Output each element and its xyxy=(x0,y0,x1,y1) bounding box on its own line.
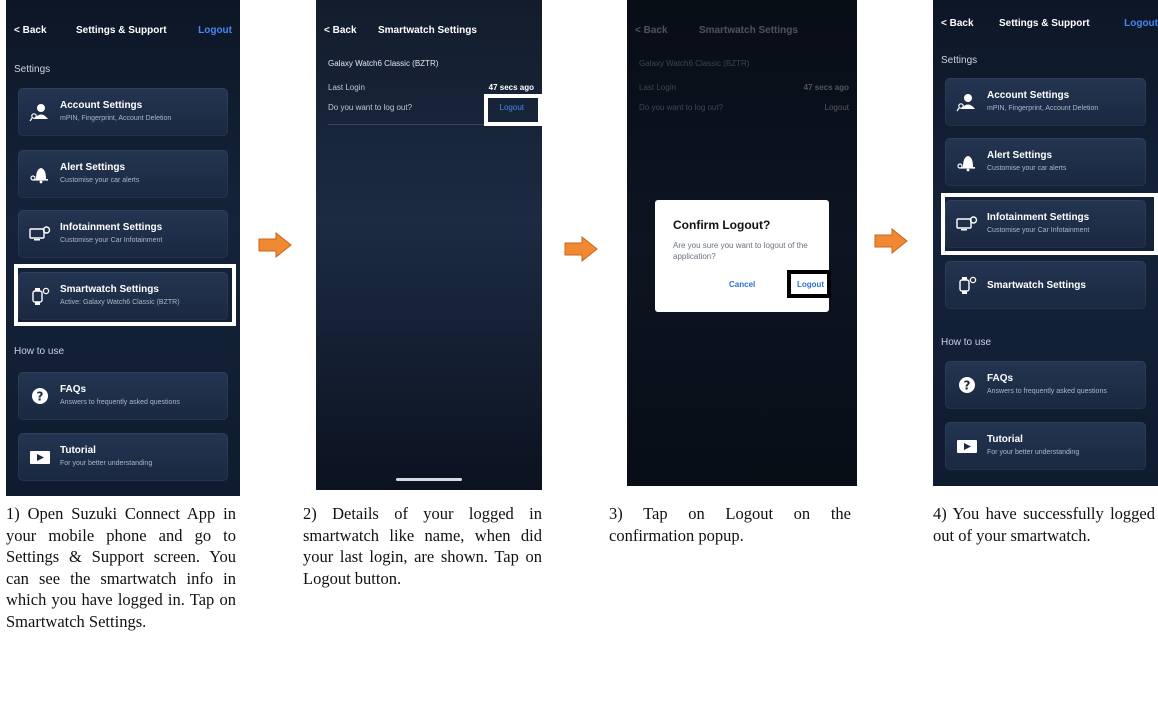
page-title: Settings & Support xyxy=(76,25,167,36)
card-subtitle: Customise your car alerts xyxy=(60,177,140,184)
step-3-caption: 3) Tap on Logout on the confirmation pop… xyxy=(609,504,851,545)
last-login-label: Last Login xyxy=(328,83,365,92)
step-2-caption: 2) Details of your logged in smartwatch … xyxy=(303,504,542,588)
card-subtitle: For your better understanding xyxy=(60,460,153,467)
last-login-row: Last Login 47 secs ago xyxy=(639,83,849,95)
card-title: Account Settings xyxy=(60,100,143,111)
smartwatch-settings-card[interactable]: Smartwatch Settings xyxy=(945,261,1146,309)
bell-key-icon xyxy=(956,152,978,172)
section-header-how-to-use: How to use xyxy=(14,346,65,357)
page-title: Smartwatch Settings xyxy=(699,25,798,36)
question-icon xyxy=(29,386,51,406)
page-title: Settings & Support xyxy=(999,18,1090,29)
logout-link: Logout xyxy=(824,103,849,112)
screen-confirm-logout: < Back Smartwatch Settings Galaxy Watch6… xyxy=(627,0,857,486)
arrow-right-icon xyxy=(258,232,292,258)
section-header-settings: Settings xyxy=(14,64,51,75)
card-title: FAQs xyxy=(60,384,87,395)
back-button: < Back xyxy=(635,25,668,36)
highlight-box xyxy=(14,264,236,326)
card-title: Account Settings xyxy=(987,90,1070,101)
tutorial-card[interactable]: Tutorial For your better understanding xyxy=(945,422,1146,470)
screen-settings-support: < Back Settings & Support Logout Setting… xyxy=(6,0,240,496)
watch-gear-icon xyxy=(956,275,978,295)
card-title: Alert Settings xyxy=(987,150,1053,161)
card-title: Smartwatch Settings xyxy=(987,280,1086,291)
card-subtitle: mPIN, Fingerprint, Account Deletion xyxy=(987,105,1099,112)
section-header-how-to-use: How to use xyxy=(941,337,992,348)
card-subtitle: For your better understanding xyxy=(987,449,1080,456)
highlight-box xyxy=(941,193,1158,255)
back-button[interactable]: < Back xyxy=(324,25,357,36)
last-login-value: 47 secs ago xyxy=(488,83,534,92)
play-icon xyxy=(29,447,51,467)
highlight-box xyxy=(484,94,542,126)
logout-question: Do you want to log out? xyxy=(639,103,724,112)
screen-settings-support-after: < Back Settings & Support Logout Setting… xyxy=(933,0,1158,486)
dialog-message: Are you sure you want to logout of the a… xyxy=(673,241,808,261)
infotainment-settings-card[interactable]: Infotainment Settings Customise your Car… xyxy=(18,210,228,258)
user-key-icon xyxy=(29,102,51,122)
card-title: Infotainment Settings xyxy=(60,222,163,233)
monitor-gear-icon xyxy=(29,224,51,244)
highlight-box xyxy=(787,270,831,298)
last-login-label: Last Login xyxy=(639,83,676,92)
device-name: Galaxy Watch6 Classic (BZTR) xyxy=(328,59,439,68)
last-login-value: 47 secs ago xyxy=(803,83,849,92)
cancel-button[interactable]: Cancel xyxy=(729,280,755,289)
step-4-caption: 4) You have successfully logged out of y… xyxy=(933,504,1155,545)
logout-question: Do you want to log out? xyxy=(328,103,413,112)
card-title: Tutorial xyxy=(60,445,96,456)
arrow-right-icon xyxy=(874,228,908,254)
section-header-settings: Settings xyxy=(941,55,978,66)
account-settings-card[interactable]: Account Settings mPIN, Fingerprint, Acco… xyxy=(945,78,1146,126)
card-title: Alert Settings xyxy=(60,162,126,173)
card-subtitle: Answers to frequently asked questions xyxy=(987,388,1107,395)
user-key-icon xyxy=(956,92,978,112)
alert-settings-card[interactable]: Alert Settings Customise your car alerts xyxy=(18,150,228,198)
arrow-right-icon xyxy=(564,236,598,262)
card-subtitle: mPIN, Fingerprint, Account Deletion xyxy=(60,115,172,122)
card-subtitle: Customise your car alerts xyxy=(987,165,1067,172)
faqs-card[interactable]: FAQs Answers to frequently asked questio… xyxy=(945,361,1146,409)
card-title: Tutorial xyxy=(987,434,1023,445)
card-subtitle: Customise your Car Infotainment xyxy=(60,237,163,244)
screen-smartwatch-settings: < Back Smartwatch Settings Galaxy Watch6… xyxy=(316,0,542,490)
question-icon xyxy=(956,375,978,395)
logout-button[interactable]: Logout xyxy=(1124,18,1158,29)
card-title: FAQs xyxy=(987,373,1014,384)
account-settings-card[interactable]: Account Settings mPIN, Fingerprint, Acco… xyxy=(18,88,228,136)
bell-key-icon xyxy=(29,164,51,184)
back-button[interactable]: < Back xyxy=(14,25,47,36)
alert-settings-card[interactable]: Alert Settings Customise your car alerts xyxy=(945,138,1146,186)
dialog-title: Confirm Logout? xyxy=(673,218,771,232)
logout-row: Do you want to log out? Logout xyxy=(639,103,849,115)
page-title: Smartwatch Settings xyxy=(378,25,477,36)
confirm-logout-dialog: Confirm Logout? Are you sure you want to… xyxy=(655,200,831,312)
step-1-caption: 1) Open Suzuki Connect App in your mobil… xyxy=(6,504,236,631)
play-icon xyxy=(956,436,978,456)
logout-button[interactable]: Logout xyxy=(198,25,232,36)
back-button[interactable]: < Back xyxy=(941,18,974,29)
device-name: Galaxy Watch6 Classic (BZTR) xyxy=(639,59,750,68)
tutorial-card[interactable]: Tutorial For your better understanding xyxy=(18,433,228,481)
faqs-card[interactable]: FAQs Answers to frequently asked questio… xyxy=(18,372,228,420)
card-subtitle: Answers to frequently asked questions xyxy=(60,399,180,406)
home-indicator xyxy=(396,478,462,481)
